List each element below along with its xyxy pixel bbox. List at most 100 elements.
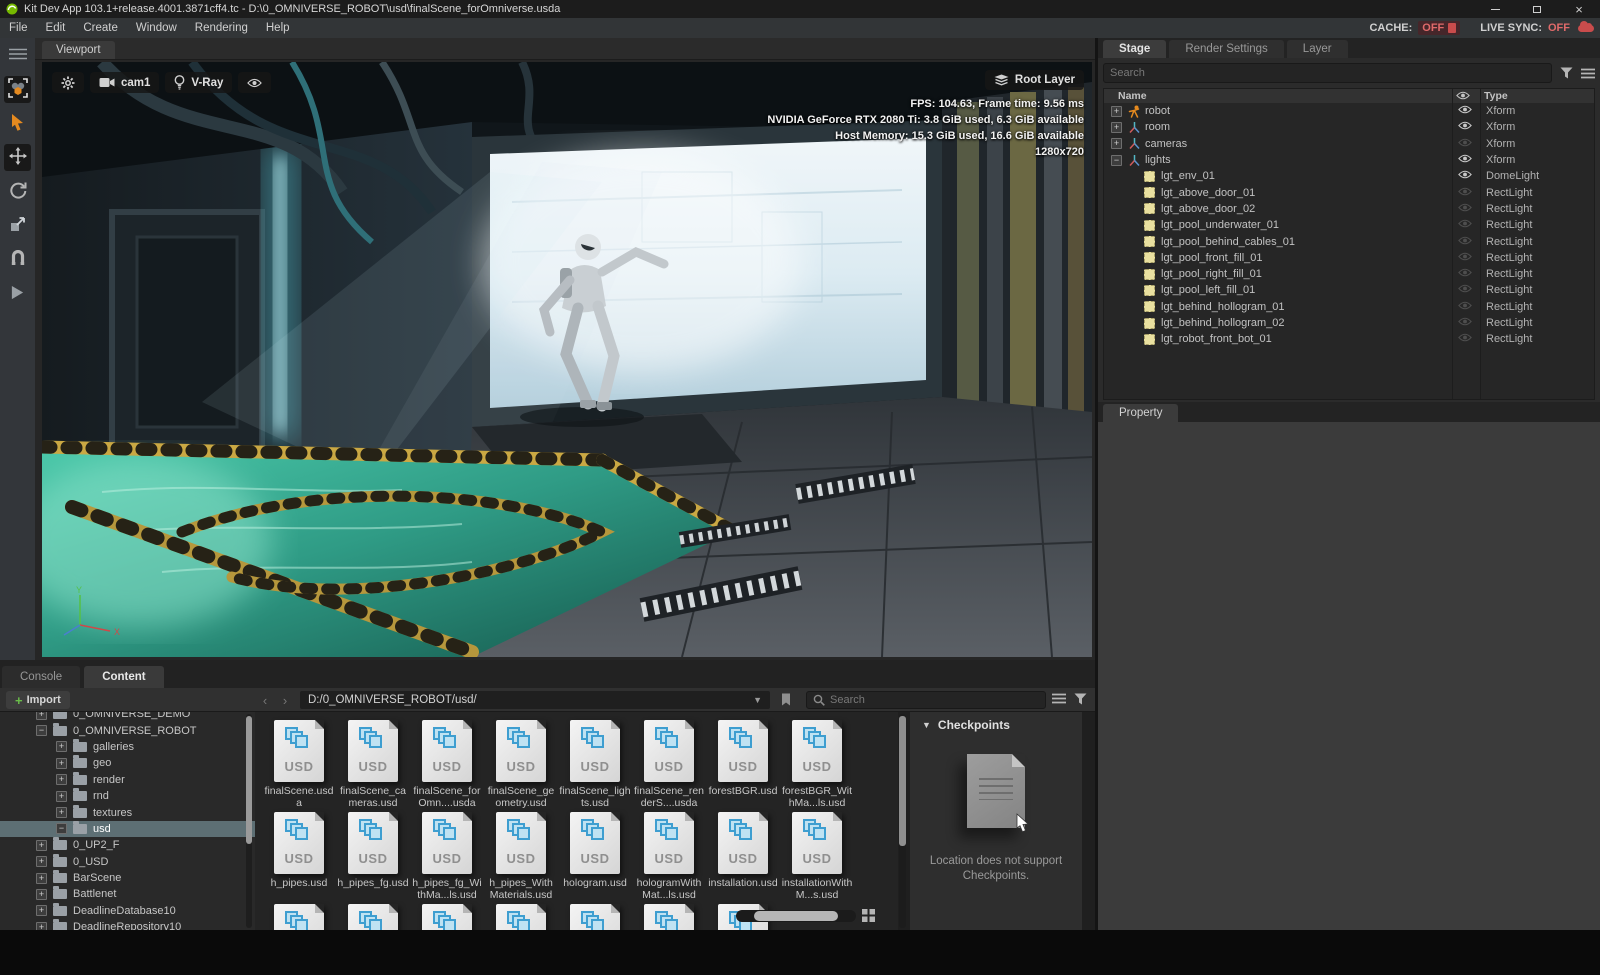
expand-toggle-icon[interactable]: − [56,823,67,835]
expand-toggle-icon[interactable]: + [56,774,67,786]
stage-row[interactable]: lgt_behind_hollogram_01 RectLight [1104,299,1594,315]
stage-row[interactable]: lgt_behind_hollogram_02 RectLight [1104,315,1594,331]
grid-view-icon[interactable] [862,909,875,925]
type-column-header[interactable]: Type [1484,90,1508,102]
expand-toggle-icon[interactable]: + [1111,105,1122,117]
stage-row[interactable]: + robot Xform [1104,103,1594,119]
expand-toggle-icon[interactable]: + [1111,121,1122,133]
slider-handle[interactable] [754,911,838,921]
back-button[interactable]: ‹ [256,691,274,709]
file-item[interactable]: USD finalScene_forOmn....usda [410,720,484,809]
stage-search-input[interactable] [1110,67,1545,79]
stage-row[interactable]: lgt_above_door_02 RectLight [1104,201,1594,217]
options-menu-icon[interactable] [1581,68,1595,79]
file-item[interactable]: USD h_pipes.usd [262,812,336,901]
menu-help[interactable]: Help [257,18,299,38]
expand-toggle-icon[interactable]: + [36,888,47,900]
tab-property[interactable]: Property [1103,404,1179,422]
bookmark-icon[interactable] [781,693,791,709]
tab-content[interactable]: Content [84,666,164,688]
folder-row[interactable]: + 0_OMNIVERSE_DEMO [0,712,255,722]
folder-row[interactable]: + textures [0,804,255,820]
file-item[interactable]: USD [262,904,336,930]
folder-row[interactable]: + DeadlineRepository10 [0,919,255,930]
expand-toggle-icon[interactable]: + [36,839,47,851]
name-column-header[interactable]: Name [1118,90,1147,102]
rotate-tool[interactable] [4,178,31,205]
expand-toggle-icon[interactable]: + [56,741,67,753]
visibility-eye-icon[interactable] [1458,203,1472,215]
expand-toggle-icon[interactable]: + [36,905,47,917]
tab-stage[interactable]: Stage [1103,40,1167,58]
file-item[interactable]: USD h_pipes_fg_WithMa...ls.usd [410,812,484,901]
expand-toggle-icon[interactable]: + [36,921,47,930]
folder-row[interactable]: + Battlenet [0,886,255,902]
menu-window[interactable]: Window [127,18,186,38]
file-item[interactable]: USD [484,904,558,930]
visibility-eye-icon[interactable] [1458,219,1472,231]
folder-row[interactable]: + galleries [0,738,255,755]
stage-row[interactable]: lgt_pool_left_fill_01 RectLight [1104,282,1594,298]
file-item[interactable]: USD forestBGR.usd [706,720,780,809]
visibility-eye-icon[interactable] [1458,138,1472,150]
move-tool[interactable] [4,144,31,171]
stage-row[interactable]: lgt_robot_front_bot_01 RectLight [1104,331,1594,347]
scale-tool[interactable] [4,212,31,239]
folder-row[interactable]: − 0_OMNIVERSE_ROBOT [0,722,255,738]
chevron-down-icon[interactable]: ▼ [753,695,762,705]
visibility-eye-icon[interactable] [1458,187,1472,199]
content-search-input[interactable] [830,694,1039,706]
expand-toggle-icon[interactable]: + [56,790,67,802]
stage-row[interactable]: lgt_pool_front_fill_01 RectLight [1104,250,1594,266]
visibility-eye-icon[interactable] [1458,252,1472,264]
file-item[interactable]: USD hologramWithMat...ls.usd [632,812,706,901]
file-item[interactable]: USD finalScene_cameras.usd [336,720,410,809]
file-item[interactable]: USD forestBGR_WithMa...ls.usd [780,720,854,809]
visibility-eye-icon[interactable] [1458,333,1472,345]
folder-row[interactable]: + render [0,771,255,788]
file-item[interactable]: USD installationWithM...s.usd [780,812,854,901]
tab-viewport[interactable]: Viewport [42,41,115,59]
visibility-column-eye-icon[interactable] [1456,91,1470,103]
stage-row[interactable]: lgt_above_door_01 RectLight [1104,184,1594,200]
checkpoints-header[interactable]: ▼ Checkpoints [910,712,1082,732]
maximize-button[interactable] [1516,0,1558,18]
expand-toggle-icon[interactable]: + [1111,138,1122,150]
tab-render-settings[interactable]: Render Settings [1169,40,1284,58]
menu-file[interactable]: File [0,18,37,38]
root-layer-button[interactable]: Root Layer [984,70,1084,90]
filter-icon[interactable] [1074,693,1087,708]
snap-tool[interactable] [4,246,31,273]
file-item[interactable]: USD [558,904,632,930]
stage-row[interactable]: − lights Xform [1104,152,1594,168]
visibility-eye-icon[interactable] [1458,154,1472,166]
file-grid-scrollbar[interactable] [899,714,906,928]
filter-icon[interactable] [1560,67,1573,79]
visibility-eye-icon[interactable] [1458,268,1472,280]
expand-toggle-icon[interactable]: + [36,856,47,868]
file-item[interactable]: USD [336,904,410,930]
file-item[interactable]: USD h_pipes_fg.usd [336,812,410,901]
file-item[interactable]: USD finalScene_geometry.usd [484,720,558,809]
expand-toggle-icon[interactable]: + [36,872,47,884]
file-item[interactable]: USD finalScene.usda [262,720,336,809]
menu-edit[interactable]: Edit [37,18,75,38]
stage-row[interactable]: lgt_pool_underwater_01 RectLight [1104,217,1594,233]
stage-row[interactable]: lgt_env_01 DomeLight [1104,168,1594,184]
forward-button[interactable]: › [276,691,294,709]
folder-row[interactable]: + geo [0,755,255,771]
expand-toggle-icon[interactable]: + [56,807,67,819]
camera-select-button[interactable]: cam1 [90,72,160,93]
stage-row[interactable]: lgt_pool_right_fill_01 RectLight [1104,266,1594,282]
expand-toggle-icon[interactable]: − [36,725,47,737]
play-button[interactable] [4,280,31,307]
menu-rendering[interactable]: Rendering [186,18,257,38]
folder-row[interactable]: + 0_USD [0,853,255,870]
viewport-settings-button[interactable] [52,72,84,93]
path-field[interactable]: D:/0_OMNIVERSE_ROBOT/usd/ ▼ [300,691,770,709]
tab-layer[interactable]: Layer [1286,40,1348,58]
expand-toggle-icon[interactable]: + [36,712,47,720]
visibility-eye-icon[interactable] [1458,170,1472,182]
stage-row[interactable]: + room Xform [1104,119,1594,135]
file-item[interactable]: USD installation.usd [706,812,780,901]
